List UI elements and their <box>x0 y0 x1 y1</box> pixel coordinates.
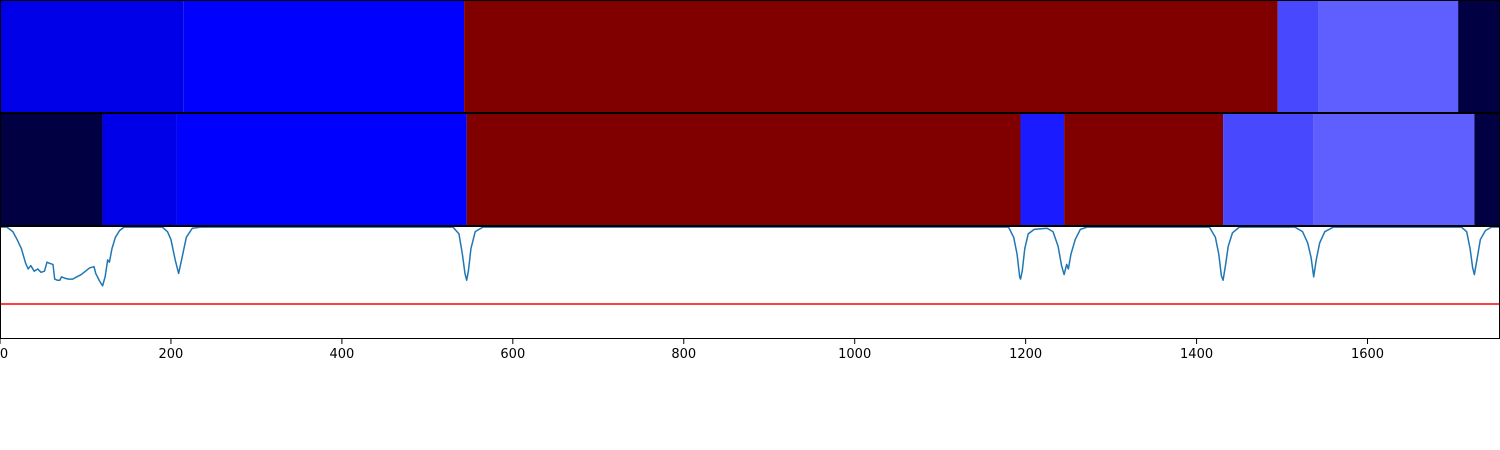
segment-top-1 <box>183 0 465 113</box>
segment-top-0 <box>0 0 184 113</box>
segmentation-panel-bottom <box>0 113 1500 226</box>
segment-top-3 <box>1277 0 1319 113</box>
x-tick-label-600: 600 <box>500 347 525 362</box>
segment-top-5 <box>1458 0 1500 113</box>
boundary-detection-figure: 0 200 400 600 800 1000 1200 1400 1600 <box>0 0 1500 450</box>
x-tick-label-1000: 1000 <box>838 347 871 362</box>
segment-bottom-0 <box>0 113 103 226</box>
x-tick-label-1200: 1200 <box>1009 347 1042 362</box>
segment-bottom-8 <box>1474 113 1500 226</box>
segment-bottom-5 <box>1064 113 1224 226</box>
segment-bottom-3 <box>466 113 1021 226</box>
segment-bottom-1 <box>102 113 177 226</box>
segmentation-panel-top <box>0 0 1500 113</box>
segment-bottom-6 <box>1223 113 1314 226</box>
x-tick-label-1600: 1600 <box>1351 347 1384 362</box>
segment-bottom-7 <box>1313 113 1475 226</box>
x-tick-label-200: 200 <box>159 347 184 362</box>
x-tick-label-0: 0 <box>0 347 8 362</box>
segment-top-4 <box>1318 0 1459 113</box>
segment-top-2 <box>464 0 1278 113</box>
segment-bottom-2 <box>176 113 467 226</box>
segment-bottom-4 <box>1020 113 1065 226</box>
x-tick-label-1400: 1400 <box>1180 347 1213 362</box>
x-tick-label-800: 800 <box>671 347 696 362</box>
x-tick-label-400: 400 <box>329 347 354 362</box>
